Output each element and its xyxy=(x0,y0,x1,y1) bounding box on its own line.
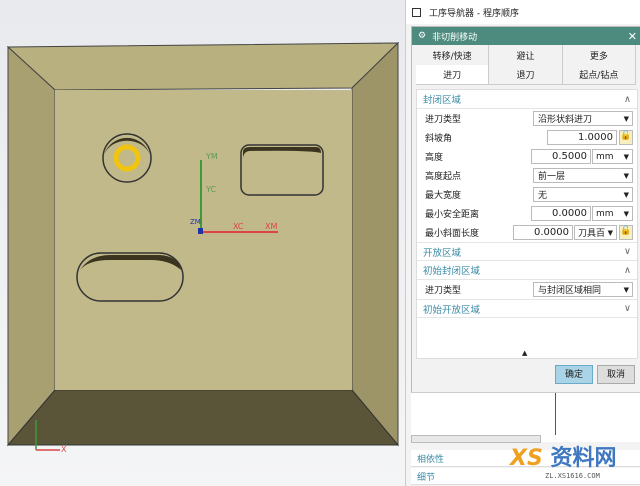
navigator-icon xyxy=(412,7,421,17)
graphics-viewport[interactable]: YM YC XC XM ZM X xyxy=(0,0,405,486)
dropdown-arrow-icon: ▼ xyxy=(623,171,629,180)
section-title: 初始开放区域 xyxy=(423,304,481,316)
watermark-url: ZL.XS1616.COM xyxy=(545,472,600,480)
min-ramp-length-input[interactable]: 0.0000 xyxy=(513,225,573,240)
dropdown-arrow-icon: ▼ xyxy=(623,285,629,294)
entry-type-value: 沿形状斜进刀 xyxy=(538,115,593,125)
dialog-title: 非切削移动 xyxy=(432,32,478,43)
max-width-value: 无 xyxy=(538,191,548,201)
tab-transfer-rapid[interactable]: 转移/快速 xyxy=(416,45,490,65)
operation-navigator-header[interactable]: 工序导航器 - 程序顺序 xyxy=(406,0,640,24)
close-icon[interactable]: ✕ xyxy=(628,30,637,43)
min-clearance-label: 最小安全距离 xyxy=(425,210,480,220)
tab-retract[interactable]: 退刀 xyxy=(489,65,563,84)
section-open-region[interactable]: 开放区域 ∨ xyxy=(417,242,637,261)
height-from-label: 高度起点 xyxy=(425,172,462,182)
max-width-select[interactable]: 无 ▼ xyxy=(533,187,633,202)
zm-label: ZM xyxy=(190,218,201,226)
tab-start-drill-points[interactable]: 起点/钻点 xyxy=(563,65,636,84)
xm-label: XM xyxy=(265,222,278,231)
side-panel: 工序导航器 - 程序顺序 ⚙ 非切削移动 ✕ 转移/快速 避让 更多 进刀 退刀… xyxy=(405,0,640,486)
part-model xyxy=(6,41,400,451)
max-width-label: 最大宽度 xyxy=(425,191,462,201)
dialog-header: ⚙ 非切削移动 ✕ xyxy=(412,27,640,45)
yc-label: YC xyxy=(206,185,217,194)
section-initial-closed-region[interactable]: 初始封闭区域 ∧ xyxy=(417,261,637,280)
gear-icon: ⚙ xyxy=(418,31,427,41)
chevron-down-icon[interactable]: ∨ xyxy=(624,303,631,314)
navigator-title: 工序导航器 - 程序顺序 xyxy=(429,8,519,19)
min-ramp-length-label: 最小斜面长度 xyxy=(425,229,480,239)
ok-button[interactable]: 确定 xyxy=(555,365,593,384)
height-input[interactable]: 0.5000 xyxy=(531,149,591,164)
chevron-up-icon[interactable]: ∧ xyxy=(624,94,631,105)
section-title: 封闭区域 xyxy=(423,95,462,106)
initial-entry-type-value: 与封闭区域相同 xyxy=(538,286,602,296)
entry-type-select[interactable]: 沿形状斜进刀 ▼ xyxy=(533,111,633,126)
xc-label: XC xyxy=(233,222,244,231)
height-unit-select[interactable]: mm ▼ xyxy=(592,149,633,164)
min-clearance-input[interactable]: 0.0000 xyxy=(531,206,591,221)
engage-tab-content: 封闭区域 ∧ 进刀类型 沿形状斜进刀 ▼ 斜坡角 1.0000 🔓 高度 0.5000… xyxy=(416,89,638,359)
dropdown-arrow-icon: ▼ xyxy=(607,228,613,237)
initial-entry-type-label: 进刀类型 xyxy=(425,286,462,296)
height-from-select[interactable]: 前一层 ▼ xyxy=(533,168,633,183)
ym-label: YM xyxy=(206,152,218,161)
min-ramp-length-unit-select[interactable]: 刀具百 ▼ xyxy=(574,225,617,240)
dropdown-arrow-icon: ▼ xyxy=(623,190,629,199)
initial-entry-type-select[interactable]: 与封闭区域相同 ▼ xyxy=(533,282,633,297)
section-closed-region[interactable]: 封闭区域 ∧ xyxy=(417,90,637,109)
dropdown-arrow-icon: ▼ xyxy=(623,114,629,123)
section-title: 初始封闭区域 xyxy=(423,266,481,277)
tab-avoidance[interactable]: 避让 xyxy=(489,45,563,65)
entry-type-label: 进刀类型 xyxy=(425,115,462,125)
non-cutting-moves-dialog: ⚙ 非切削移动 ✕ 转移/快速 避让 更多 进刀 退刀 起点/钻点 封闭区域 ∧ … xyxy=(411,26,640,426)
lock-icon[interactable]: 🔓 xyxy=(619,130,633,145)
section-title: 开放区域 xyxy=(423,247,462,259)
section-initial-open-region[interactable]: 初始开放区域 ∨ xyxy=(417,299,637,318)
chevron-down-icon[interactable]: ∨ xyxy=(624,246,631,257)
height-from-value: 前一层 xyxy=(538,172,566,182)
unit-value: mm xyxy=(596,151,614,162)
navigator-list[interactable] xyxy=(411,392,640,443)
unit-value: 刀具百 xyxy=(578,229,606,239)
tab-more[interactable]: 更多 xyxy=(563,45,636,65)
unit-value: mm xyxy=(596,208,614,219)
watermark-logo: XS 资料网 xyxy=(510,446,617,471)
dropdown-arrow-icon: ▼ xyxy=(623,209,629,218)
chevron-up-icon[interactable]: ∧ xyxy=(624,265,631,276)
min-clearance-unit-select[interactable]: mm ▼ xyxy=(592,206,633,221)
height-label: 高度 xyxy=(425,153,444,163)
tab-engage[interactable]: 进刀 xyxy=(416,65,490,84)
cancel-button[interactable]: 取消 xyxy=(597,365,635,384)
x-label: X xyxy=(61,445,67,454)
ramp-angle-input[interactable]: 1.0000 xyxy=(547,130,617,145)
ramp-angle-label: 斜坡角 xyxy=(425,134,453,144)
collapse-arrow-icon[interactable]: ▲ xyxy=(522,349,527,357)
dropdown-arrow-icon: ▼ xyxy=(623,152,629,161)
lock-icon[interactable]: 🔓 xyxy=(619,225,633,240)
